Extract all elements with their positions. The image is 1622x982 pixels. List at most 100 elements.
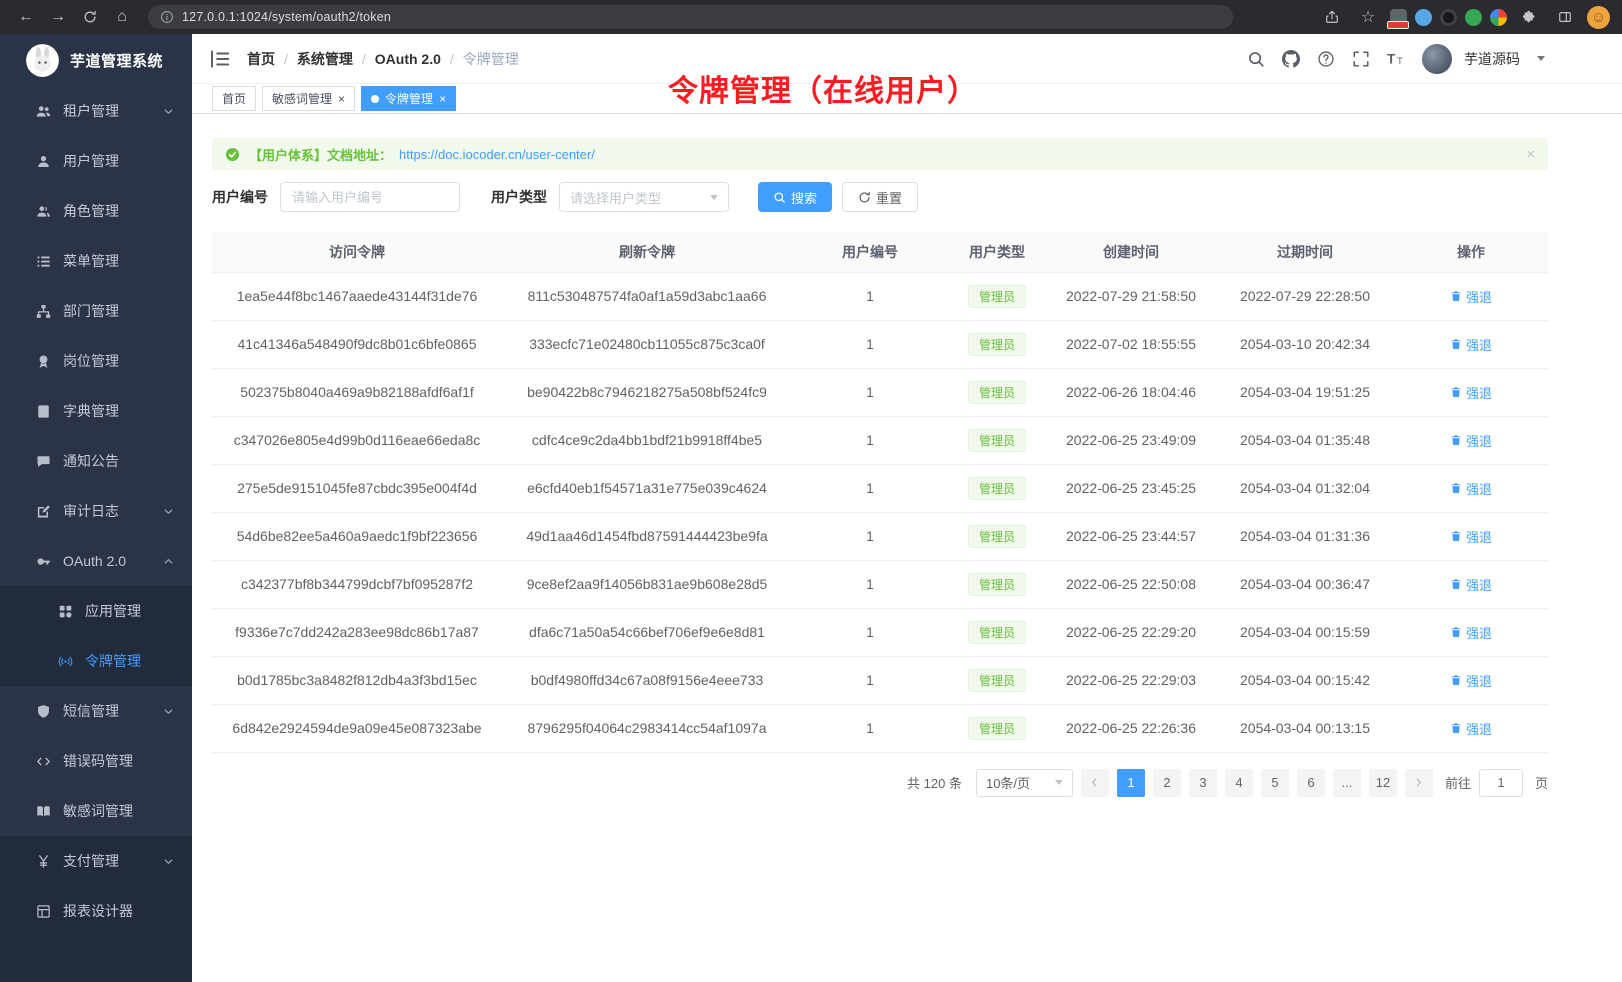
page-button-6[interactable]: 6 <box>1297 769 1325 797</box>
page-button-1[interactable]: 1 <box>1117 769 1145 797</box>
sidebar-item-report-designer[interactable]: 报表设计器 <box>0 886 192 936</box>
user-type-select[interactable]: 请选择用户类型 <box>559 182 729 212</box>
search-button[interactable]: 搜索 <box>758 182 832 212</box>
user-type-cell: 管理员 <box>948 656 1046 704</box>
force-logout-button[interactable]: 强退 <box>1450 623 1492 642</box>
sidebar-item-oauth2[interactable]: OAuth 2.0 <box>0 536 192 586</box>
help-icon[interactable] <box>1317 50 1335 68</box>
page-button-4[interactable]: 4 <box>1225 769 1253 797</box>
alert-doc-link[interactable]: https://doc.iocoder.cn/user-center/ <box>399 147 595 162</box>
sidebar-item-menu[interactable]: 菜单管理 <box>0 236 192 286</box>
user-menu-caret-icon[interactable] <box>1537 56 1545 61</box>
extensions-puzzle-icon[interactable] <box>1515 3 1543 31</box>
extension-icon-3[interactable] <box>1440 9 1457 26</box>
home-icon[interactable]: ⌂ <box>108 3 136 31</box>
sidebar-item-user[interactable]: 用户管理 <box>0 136 192 186</box>
logo-image <box>26 44 59 77</box>
navbar-tools: TT 芋道源码 <box>1247 44 1545 74</box>
tab-close-icon[interactable]: × <box>439 93 446 105</box>
page-ellipsis[interactable]: ... <box>1333 769 1361 797</box>
reload-icon[interactable] <box>76 3 104 31</box>
sidebar-item-tenant[interactable]: 租户管理 <box>0 86 192 136</box>
prev-page-button[interactable] <box>1081 769 1109 797</box>
force-logout-button[interactable]: 强退 <box>1450 287 1492 306</box>
force-logout-button[interactable]: 强退 <box>1450 719 1492 738</box>
forward-icon[interactable]: → <box>44 3 72 31</box>
font-size-icon[interactable]: TT <box>1387 50 1405 68</box>
report-icon <box>36 904 51 919</box>
side-panel-icon[interactable] <box>1551 3 1579 31</box>
main-area: 首页/系统管理/OAuth 2.0/令牌管理 TT 芋道源码 首页敏感词管理×令… <box>192 34 1622 982</box>
sidebar-item-post[interactable]: 岗位管理 <box>0 336 192 386</box>
user-type-badge: 管理员 <box>968 621 1026 644</box>
refresh-token-cell: 811c530487574fa0af1a59d3abc1aa66 <box>502 272 792 320</box>
extension-icon-5[interactable] <box>1490 9 1507 26</box>
search-icon[interactable] <box>1247 50 1265 68</box>
page-button-5[interactable]: 5 <box>1261 769 1289 797</box>
sidebar-item-dict[interactable]: 字典管理 <box>0 386 192 436</box>
back-icon[interactable]: ← <box>12 3 40 31</box>
force-logout-button[interactable]: 强退 <box>1450 527 1492 546</box>
user-type-cell: 管理员 <box>948 320 1046 368</box>
expire-time-cell: 2054-03-04 00:15:59 <box>1216 608 1394 656</box>
goto-page-input[interactable] <box>1479 769 1523 797</box>
sidebar-item-audit-log[interactable]: 审计日志 <box>0 486 192 536</box>
github-icon[interactable] <box>1282 50 1300 68</box>
page-button-3[interactable]: 3 <box>1189 769 1217 797</box>
next-page-button[interactable] <box>1405 769 1433 797</box>
user-avatar[interactable] <box>1422 44 1452 74</box>
address-bar[interactable]: 127.0.0.1:1024/system/oauth2/token <box>148 5 1233 29</box>
sidebar-item-oauth2-token[interactable]: 令牌管理 <box>0 636 192 686</box>
page-button-2[interactable]: 2 <box>1153 769 1181 797</box>
share-icon[interactable] <box>1318 3 1346 31</box>
breadcrumb-item[interactable]: 系统管理 <box>297 49 353 69</box>
tab-token[interactable]: 令牌管理× <box>361 86 456 111</box>
actions-cell: 强退 <box>1394 320 1548 368</box>
bookmark-star-icon[interactable]: ☆ <box>1354 3 1382 31</box>
extension-badge <box>1387 21 1409 29</box>
tab-sensitive-word[interactable]: 敏感词管理× <box>262 86 355 111</box>
force-logout-button[interactable]: 强退 <box>1450 431 1492 450</box>
extension-icon-4[interactable] <box>1465 9 1482 26</box>
sidebar-item-sms[interactable]: 短信管理 <box>0 686 192 736</box>
page-button-12[interactable]: 12 <box>1369 769 1397 797</box>
force-logout-button[interactable]: 强退 <box>1450 383 1492 402</box>
force-logout-button[interactable]: 强退 <box>1450 671 1492 690</box>
sidebar-item-oauth2-app[interactable]: 应用管理 <box>0 586 192 636</box>
extension-icon-1[interactable] <box>1390 9 1407 26</box>
user-name[interactable]: 芋道源码 <box>1464 49 1520 69</box>
sidebar-item-error-code[interactable]: 错误码管理 <box>0 736 192 786</box>
user-id-input[interactable] <box>280 182 460 212</box>
sidebar-item-pay[interactable]: 支付管理 <box>0 836 192 886</box>
browser-profile-avatar[interactable]: ☺ <box>1587 6 1610 29</box>
url-text: 127.0.0.1:1024/system/oauth2/token <box>182 10 391 24</box>
sidebar-item-role[interactable]: 角色管理 <box>0 186 192 236</box>
alert-close-icon[interactable]: × <box>1526 146 1535 163</box>
chevron-down-icon <box>163 706 174 717</box>
sidebar-item-dept[interactable]: 部门管理 <box>0 286 192 336</box>
breadcrumb-item[interactable]: 首页 <box>247 49 275 69</box>
chevron-down-icon <box>163 856 174 867</box>
force-logout-button[interactable]: 强退 <box>1450 575 1492 594</box>
tab-close-icon[interactable]: × <box>338 93 345 105</box>
sidebar-item-sensitive-word[interactable]: 敏感词管理 <box>0 786 192 836</box>
page-size-select[interactable]: 10条/页 <box>976 769 1073 797</box>
table-row: 6d842e2924594de9a09e45e087323abe8796295f… <box>212 704 1548 752</box>
breadcrumb-item[interactable]: OAuth 2.0 <box>375 51 441 67</box>
sidebar-item-label: 租户管理 <box>63 101 119 121</box>
extension-icon-2[interactable] <box>1415 9 1432 26</box>
site-info-icon[interactable] <box>160 10 174 24</box>
force-logout-button[interactable]: 强退 <box>1450 335 1492 354</box>
fullscreen-icon[interactable] <box>1352 50 1370 68</box>
refresh-token-cell: be90422b8c7946218275a508bf524fc9 <box>502 368 792 416</box>
app-logo[interactable]: 芋道管理系统 <box>0 34 192 86</box>
force-logout-button[interactable]: 强退 <box>1450 479 1492 498</box>
tab-home[interactable]: 首页 <box>212 86 256 111</box>
refresh-token-cell: 49d1aa46d1454fbd87591444423be9fa <box>502 512 792 560</box>
reset-button[interactable]: 重置 <box>842 182 918 212</box>
sidebar-collapse-icon[interactable] <box>209 48 231 70</box>
app-icon <box>58 604 73 619</box>
sidebar-item-notice[interactable]: 通知公告 <box>0 436 192 486</box>
sidebar-item-label: 字典管理 <box>63 401 119 421</box>
breadcrumb: 首页/系统管理/OAuth 2.0/令牌管理 <box>247 49 519 69</box>
